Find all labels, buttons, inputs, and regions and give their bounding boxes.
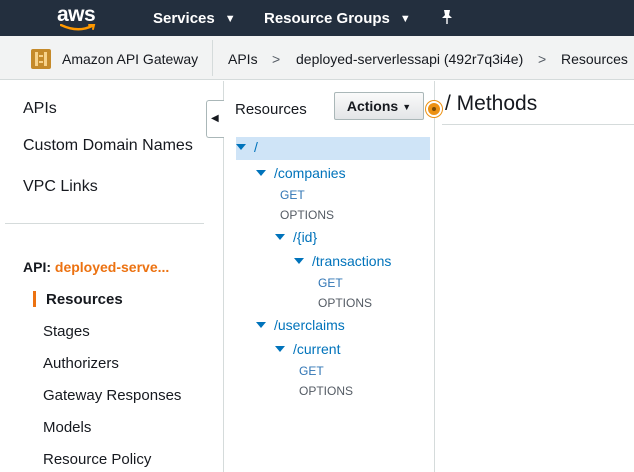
sidebar-item-vpc-links[interactable]: VPC Links [23, 178, 98, 196]
top-nav-bar: aws Services ▼ Resource Groups ▼ [0, 0, 634, 36]
methods-divider [442, 124, 634, 125]
sidebar-item-resource-policy[interactable]: Resource Policy [43, 451, 151, 468]
tree-method-get[interactable]: GET [299, 364, 324, 378]
aws-smile-icon [60, 24, 96, 31]
breadcrumb-separator: > [538, 51, 547, 67]
chevron-down-icon: ▼ [399, 13, 411, 25]
api-prefix: API: [23, 259, 51, 275]
pushpin-icon[interactable] [440, 9, 454, 25]
service-name: Amazon API Gateway [62, 51, 199, 67]
sidebar-item-resources[interactable]: Resources [46, 291, 123, 308]
tree-node-label: / [254, 139, 258, 155]
tree-node-label: /companies [274, 165, 346, 181]
api-gateway-icon [31, 49, 51, 69]
breadcrumb-resources: Resources [561, 51, 628, 67]
methods-title: / Methods [445, 92, 538, 115]
resource-groups-label: Resource Groups [264, 10, 390, 27]
services-label: Services [153, 10, 215, 27]
sidebar-item-gateway-responses[interactable]: Gateway Responses [43, 387, 181, 404]
sidebar-divider [5, 223, 204, 224]
tree-node-companies[interactable]: /companies [256, 165, 346, 181]
tree-node-transactions[interactable]: /transactions [294, 253, 391, 269]
tree-method-options[interactable]: OPTIONS [280, 208, 334, 222]
tree-method-get[interactable]: GET [280, 188, 305, 202]
tree-node-label: /userclaims [274, 317, 345, 333]
selected-row-highlight [236, 137, 430, 160]
expand-triangle-icon [275, 234, 285, 240]
actions-label: Actions [346, 98, 399, 114]
expand-triangle-icon [256, 322, 266, 328]
breadcrumb-api[interactable]: deployed-serverlessapi (492r7q3i4e) [296, 51, 523, 67]
tree-node-id[interactable]: /{id} [275, 229, 317, 245]
services-menu[interactable]: Services ▼ [153, 10, 236, 27]
sidebar-item-models[interactable]: Models [43, 419, 91, 436]
breadcrumb: Amazon API Gateway APIs > deployed-serve… [0, 36, 634, 80]
resource-groups-menu[interactable]: Resource Groups ▼ [264, 10, 411, 27]
expand-triangle-icon [236, 144, 246, 150]
resources-title: Resources [235, 101, 307, 118]
service-home-link[interactable]: Amazon API Gateway [14, 40, 213, 76]
api-name: deployed-serve... [54, 259, 170, 275]
chevron-down-icon: ▼ [402, 102, 412, 112]
breadcrumb-apis[interactable]: APIs [228, 51, 258, 67]
tree-method-options[interactable]: OPTIONS [318, 296, 372, 310]
sidebar-item-stages[interactable]: Stages [43, 323, 90, 340]
tree-node-userclaims[interactable]: /userclaims [256, 317, 345, 333]
panel-resize-handle-icon[interactable] [426, 101, 442, 117]
collapse-sidebar-button[interactable]: ◀ [206, 100, 224, 138]
sidebar-item-custom-domain-names[interactable]: Custom Domain Names [23, 137, 193, 155]
sidebar: APIs Custom Domain Names VPC Links API: … [0, 81, 224, 472]
expand-triangle-icon [275, 346, 285, 352]
expand-triangle-icon [256, 170, 266, 176]
tree-method-get[interactable]: GET [318, 276, 343, 290]
tree-node-label: /transactions [312, 253, 392, 269]
handle-dot [432, 107, 436, 111]
active-indicator [33, 291, 36, 307]
tree-node-current[interactable]: /current [275, 341, 340, 357]
expand-triangle-icon [294, 258, 304, 264]
tree-node-label: /current [293, 341, 341, 357]
resources-panel: Resources Actions ▼ / /companies GET OPTI… [224, 81, 435, 472]
sidebar-api-heading[interactable]: API: deployed-serve... [23, 259, 169, 275]
sidebar-item-apis[interactable]: APIs [23, 100, 57, 118]
sidebar-item-authorizers[interactable]: Authorizers [43, 355, 119, 372]
breadcrumb-separator: > [272, 51, 281, 67]
actions-button[interactable]: Actions ▼ [334, 92, 424, 120]
tree-node-root[interactable]: / [236, 139, 258, 155]
tree-node-label: /{id} [293, 229, 318, 245]
chevron-left-icon: ◀ [211, 113, 219, 124]
chevron-down-icon: ▼ [224, 13, 236, 25]
tree-method-options[interactable]: OPTIONS [299, 384, 353, 398]
